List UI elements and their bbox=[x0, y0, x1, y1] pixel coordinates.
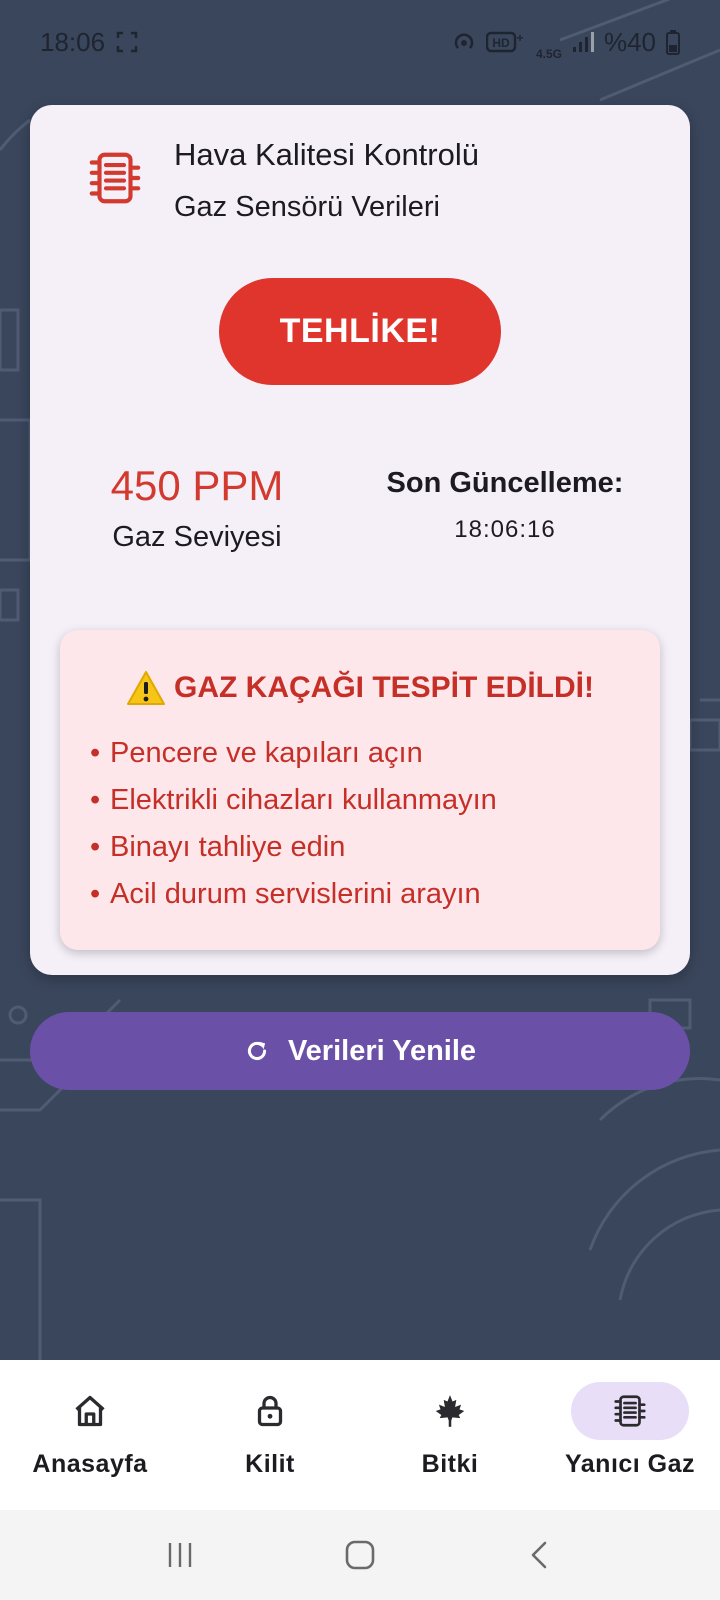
nav-item-home[interactable]: Anasayfa bbox=[0, 1360, 180, 1510]
list-item: • Pencere ve kapıları açın bbox=[90, 737, 423, 769]
alert-title-text: GAZ KAÇAĞI TESPİT EDİLDİ! bbox=[174, 671, 594, 704]
status-bar: 18:06 HD + 4.5G %40 bbox=[0, 0, 720, 84]
recent-apps-icon[interactable] bbox=[164, 1539, 196, 1571]
gas-sensor-icon bbox=[89, 152, 141, 204]
list-item: • Elektrikli cihazları kullanmayın bbox=[90, 784, 497, 816]
gas-level-label: Gaz Seviyesi bbox=[112, 521, 282, 553]
last-update-time: 18:06:16 bbox=[454, 516, 556, 543]
status-right: HD + 4.5G %40 bbox=[452, 23, 680, 61]
list-item: • Binayı tahliye edin bbox=[90, 831, 346, 863]
last-update-block: Son Güncelleme: 18:06:16 bbox=[370, 467, 640, 544]
svg-text:+: + bbox=[516, 31, 523, 45]
hd-icon: HD + bbox=[485, 31, 523, 53]
home-button-icon[interactable] bbox=[343, 1538, 377, 1572]
gas-sensor-card: Hava Kalitesi Kontrolü Gaz Sensörü Veril… bbox=[30, 105, 690, 975]
list-item: • Acil durum servislerini arayın bbox=[90, 878, 481, 910]
nav-label-home: Anasayfa bbox=[32, 1450, 148, 1478]
screenshot-icon bbox=[116, 31, 138, 53]
status-time: 18:06 bbox=[40, 26, 106, 57]
danger-status-badge: TEHLİKE! bbox=[219, 278, 501, 385]
last-update-label: Son Güncelleme: bbox=[386, 467, 624, 499]
svg-text:HD: HD bbox=[492, 36, 510, 50]
nav-item-plant[interactable]: Bitki bbox=[360, 1360, 540, 1510]
gas-sensor-icon bbox=[614, 1395, 646, 1427]
gas-leak-alert: GAZ KAÇAĞI TESPİT EDİLDİ! • Pencere ve ka… bbox=[60, 630, 660, 950]
nav-item-lock[interactable]: Kilit bbox=[180, 1360, 360, 1510]
nav-icon-container bbox=[571, 1382, 689, 1440]
header-texts: Hava Kalitesi Kontrolü Gaz Sensörü Veril… bbox=[174, 135, 479, 227]
gas-level-block: 450 PPM Gaz Seviyesi bbox=[102, 461, 292, 554]
card-subtitle: Gaz Sensörü Verileri bbox=[174, 191, 440, 223]
network-type: 4.5G bbox=[535, 47, 562, 61]
nav-label-lock: Kilit bbox=[245, 1450, 295, 1478]
refresh-data-button[interactable]: Verileri Yenile bbox=[30, 1012, 690, 1090]
gas-level-value: 450 PPM bbox=[110, 462, 284, 509]
warning-icon bbox=[127, 671, 165, 705]
card-header: Hava Kalitesi Kontrolü Gaz Sensörü Veril… bbox=[84, 135, 479, 227]
system-navigation-bar bbox=[0, 1510, 720, 1600]
status-left: 18:06 bbox=[40, 27, 139, 58]
lock-icon bbox=[257, 1395, 283, 1427]
alert-instructions: • Pencere ve kapıları açın • Elektrikli ci… bbox=[90, 730, 497, 918]
nav-icon-container bbox=[391, 1382, 509, 1440]
back-icon[interactable] bbox=[524, 1539, 556, 1571]
card-title: Hava Kalitesi Kontrolü bbox=[174, 137, 479, 172]
leaf-icon bbox=[435, 1395, 465, 1427]
nav-label-gas: Yanıcı Gaz bbox=[564, 1450, 696, 1478]
battery-level: %40 bbox=[603, 26, 656, 57]
refresh-icon bbox=[247, 1041, 267, 1061]
alert-title: GAZ KAÇAĞI TESPİT EDİLDİ! bbox=[60, 670, 660, 706]
hotspot-icon bbox=[454, 33, 474, 49]
bottom-navigation: Anasayfa Kilit Bitki Yanıcı Gaz bbox=[0, 1360, 720, 1510]
refresh-button-label: Verileri Yenile bbox=[287, 1034, 477, 1067]
home-icon bbox=[75, 1395, 105, 1427]
nav-icon-container bbox=[31, 1382, 149, 1440]
nav-label-plant: Bitki bbox=[421, 1450, 479, 1478]
nav-icon-container bbox=[211, 1382, 329, 1440]
nav-item-gas[interactable]: Yanıcı Gaz bbox=[540, 1360, 720, 1510]
battery-icon bbox=[666, 30, 680, 55]
signal-icon bbox=[572, 32, 594, 52]
